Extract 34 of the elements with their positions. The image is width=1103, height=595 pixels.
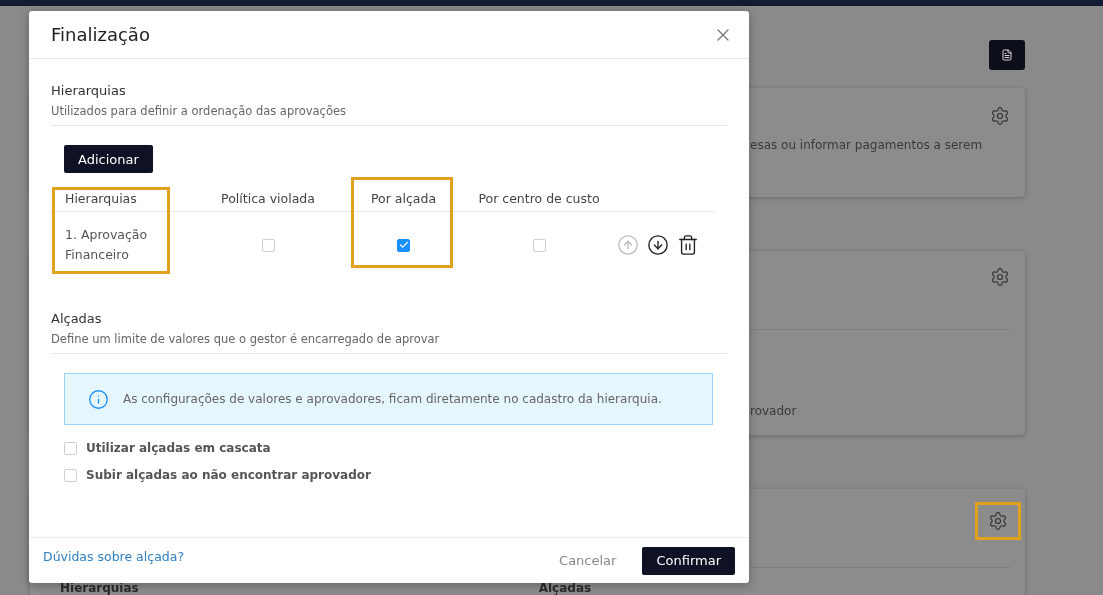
cancel-button[interactable]: Cancelar — [553, 552, 623, 569]
checkbox[interactable] — [64, 468, 77, 482]
checkbox[interactable] — [261, 238, 275, 252]
dialog-title: Finalização — [51, 24, 150, 45]
section-subtitle: Define um limite de valores que o gestor é encarregado de aprovar — [51, 332, 441, 346]
arrow-down-circle-icon[interactable] — [647, 234, 669, 256]
settings-icon[interactable] — [990, 106, 1010, 126]
table-cell-text: 1. Aprovação Financeiro — [65, 226, 149, 264]
add-button[interactable]: Adicionar — [64, 145, 153, 173]
confirm-button[interactable]: Confirmar — [642, 546, 735, 575]
section-title: Alçadas — [51, 311, 103, 326]
description-text: esas ou informar pagamentos a serem — [750, 138, 983, 152]
settings-icon[interactable] — [990, 267, 1010, 287]
checkbox[interactable] — [397, 238, 410, 252]
column-header: Por alçada — [330, 185, 477, 212]
settings-icon[interactable] — [988, 511, 1008, 531]
trash-icon[interactable] — [677, 234, 699, 256]
help-link[interactable]: Dúvidas sobre alçada? — [43, 549, 554, 564]
checkbox[interactable] — [64, 441, 77, 455]
column-header: Por centro de custo — [477, 185, 601, 212]
column-header: Hierarquias — [60, 581, 139, 595]
info-icon — [88, 388, 109, 410]
column-header: Alçadas — [538, 581, 592, 595]
section-title: Hierarquias — [51, 83, 127, 98]
column-header: Hierarquias — [51, 185, 206, 212]
document-icon — [1001, 49, 1013, 61]
section-subtitle: Utilizados para definir a ordenação das aprovações — [51, 104, 347, 118]
checkbox-label: Utilizar alçadas em cascata — [86, 441, 271, 455]
checkbox[interactable] — [532, 238, 546, 252]
description-text: rovador — [750, 404, 797, 418]
column-header: Política violada — [206, 185, 330, 212]
info-text: As configurações de valores e aprovadores, ficam diretamente no cadastro da hierarquia. — [123, 392, 662, 406]
document-button[interactable] — [989, 40, 1025, 70]
checkbox-label: Subir alçadas ao não encontrar aprovador — [86, 468, 371, 482]
